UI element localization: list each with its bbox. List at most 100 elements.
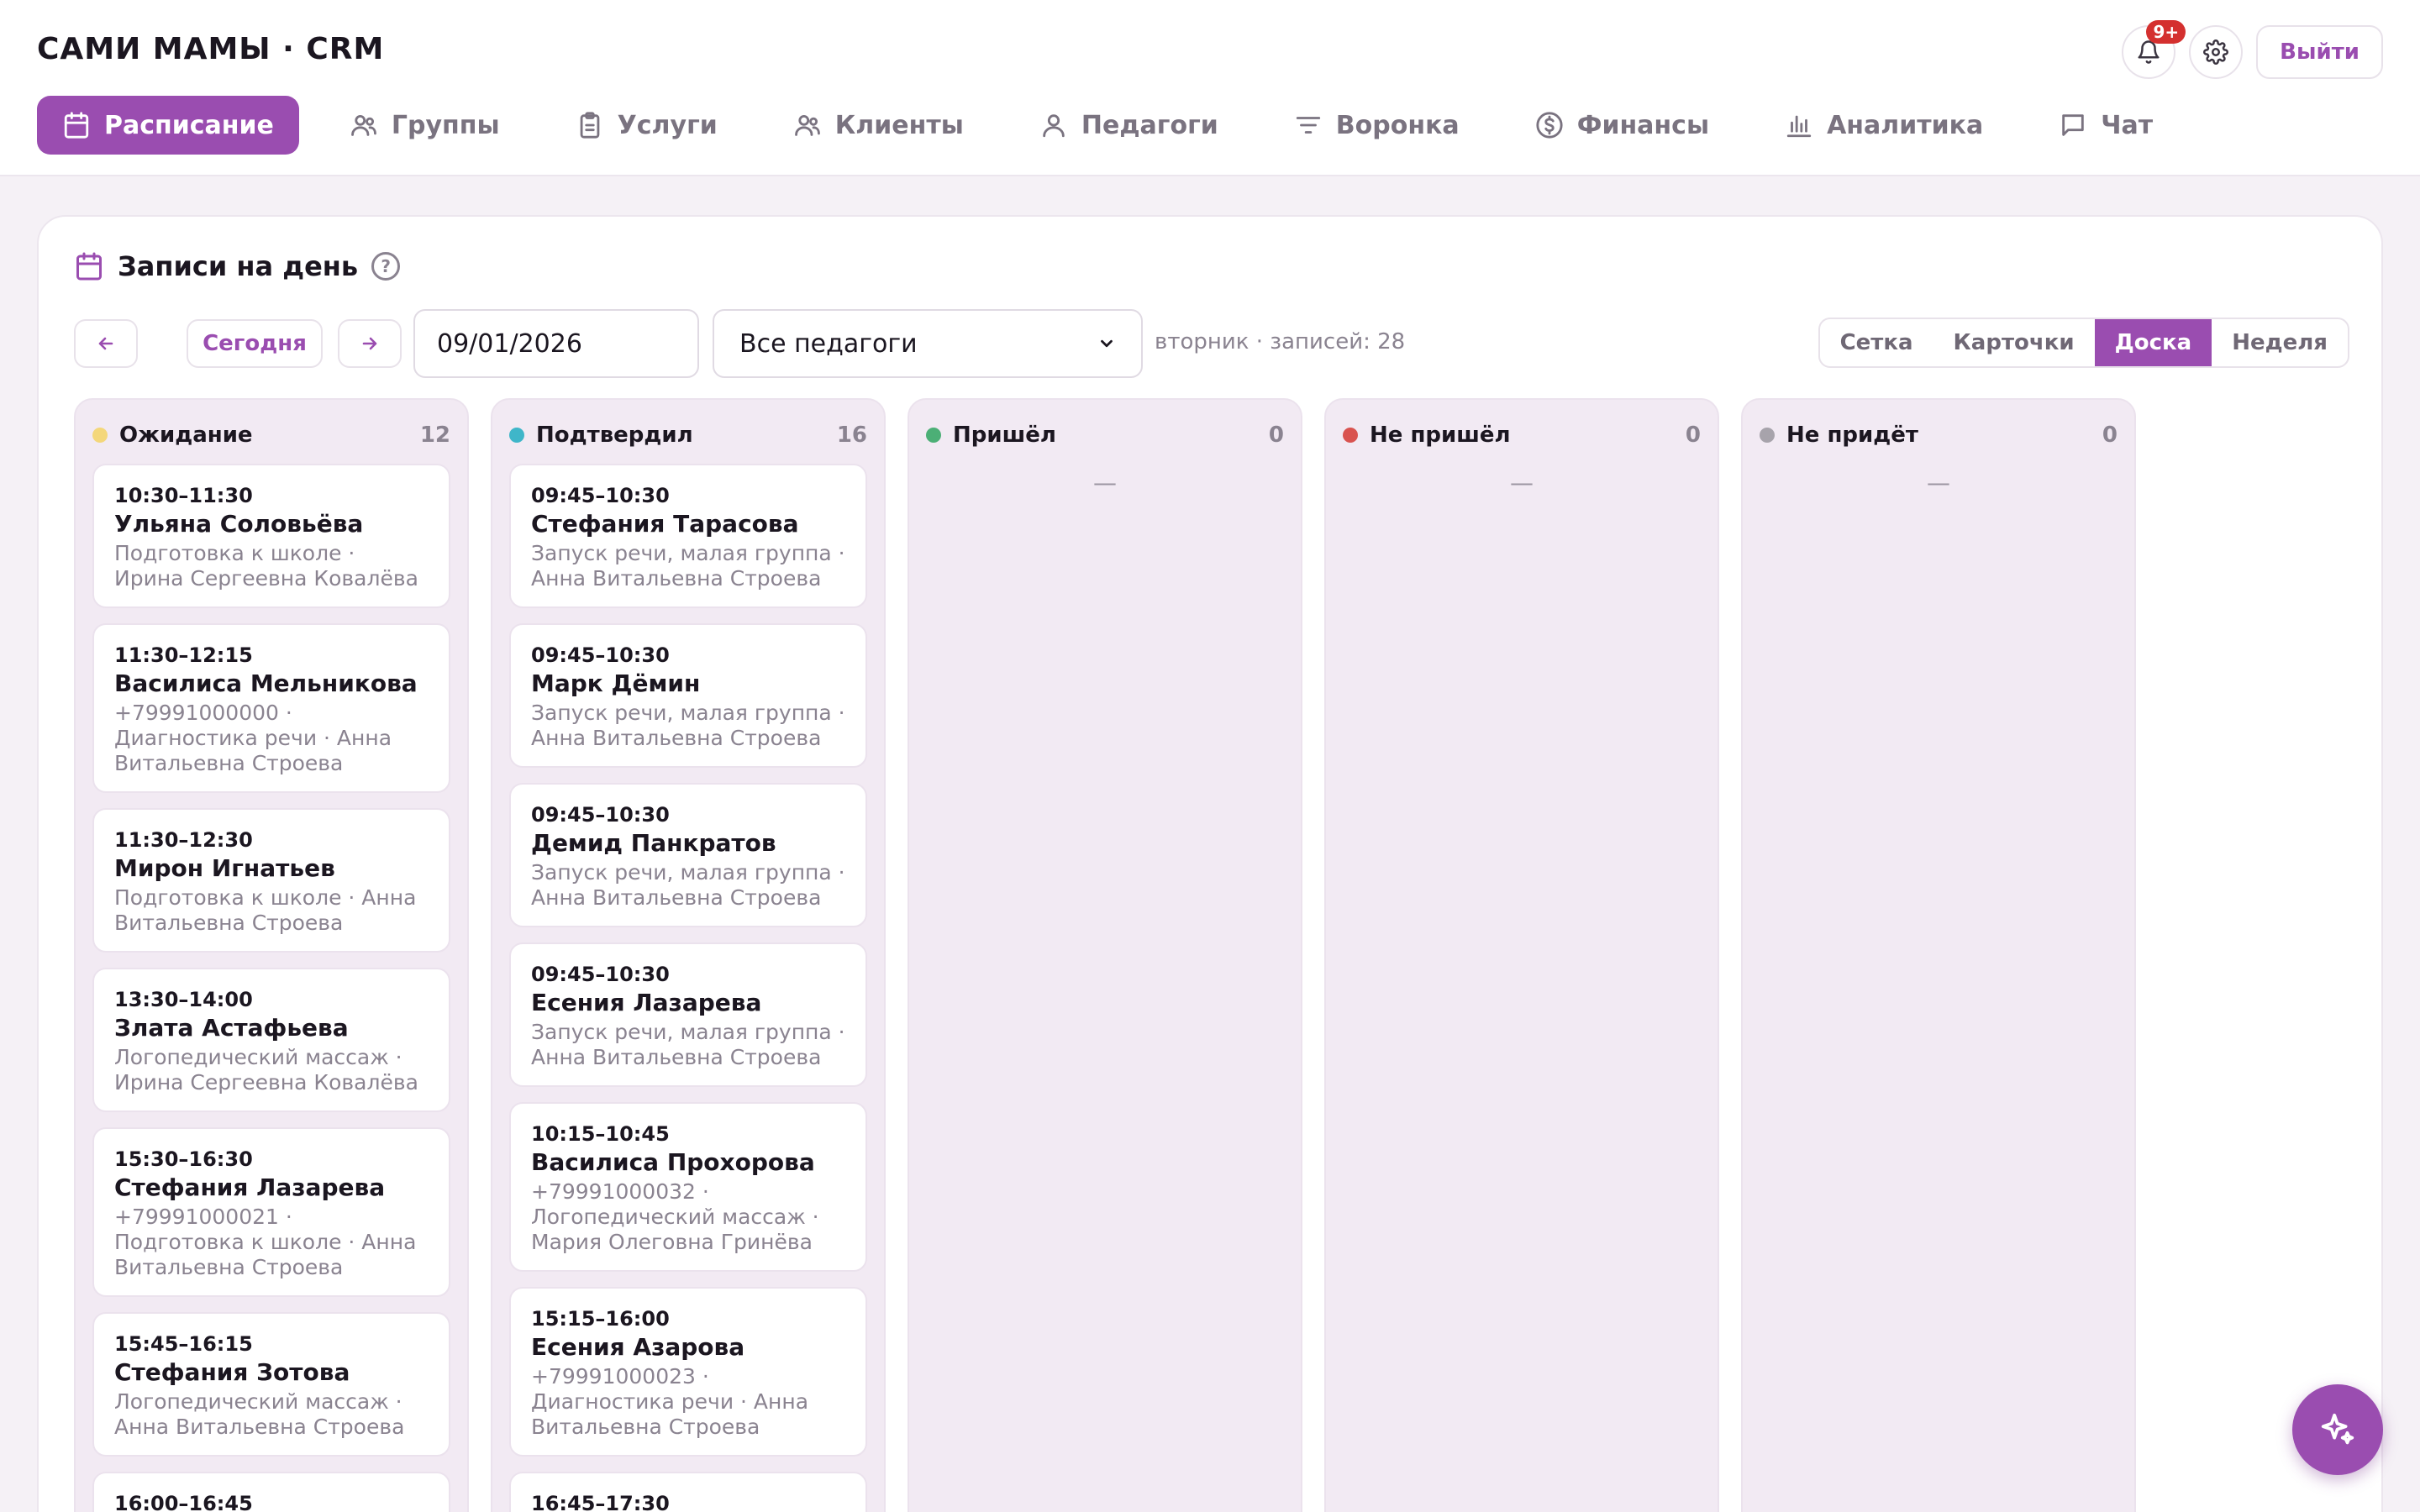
chat-icon	[2062, 114, 2085, 136]
nav-item-label: Клиенты	[834, 110, 964, 140]
nav-item-teachers[interactable]: Педагоги	[1014, 96, 1244, 155]
user-icon	[1043, 114, 1065, 138]
appointment-card[interactable]: 15:45–16:15 Стефания Зотова Логопедическ…	[92, 1312, 450, 1457]
card-client: Стефания Лазарева	[114, 1173, 386, 1201]
card-client: Василиса Мельникова	[114, 669, 418, 697]
view-cards-button[interactable]: Карточки	[1933, 319, 2095, 366]
appointment-card[interactable]: 09:45–10:30 Стефания Тарасова Запуск реч…	[509, 464, 867, 608]
card-details: +79991000032 · Логопедический массаж · М…	[531, 1179, 819, 1254]
next-day-button[interactable]	[338, 319, 402, 368]
card-client: Мирон Игнатьев	[114, 854, 335, 882]
card-time: 13:30–14:00	[114, 988, 253, 1011]
view-week-button[interactable]: Неделя	[2212, 319, 2348, 366]
column-no-show: Не пришёл 0 —	[1324, 398, 1719, 1512]
nav-item-label: Услуги	[617, 110, 718, 140]
appointment-card[interactable]: 13:30–14:00 Злата Астафьева Логопедическ…	[92, 968, 450, 1112]
main-nav: Расписание Группы Услуги Клиенты Педагог…	[37, 96, 2178, 155]
card-details: Запуск речи, малая группа · Анна Виталье…	[531, 1020, 845, 1069]
notifications-badge: 9+	[2146, 20, 2186, 44]
appointment-card[interactable]: 09:45–10:30 Демид Панкратов Запуск речи,…	[509, 783, 867, 927]
appointment-card[interactable]: 11:30–12:15 Василиса Мельникова +7999100…	[92, 623, 450, 793]
nav-item-label: Чат	[2101, 110, 2154, 140]
card-client: Марк Дёмин	[531, 669, 701, 697]
kanban-board: Ожидание 12 10:30–11:30 Ульяна Соловьёва…	[74, 398, 2136, 1512]
appointment-card[interactable]: 15:15–16:00 Есения Азарова +79991000023 …	[509, 1287, 867, 1457]
nav-item-analytics[interactable]: Аналитика	[1760, 96, 2008, 155]
column-came: Пришёл 0 —	[908, 398, 1302, 1512]
nav-item-schedule[interactable]: Расписание	[37, 96, 299, 155]
nav-item-label: Группы	[391, 110, 500, 140]
card-client: Злата Астафьева	[114, 1014, 349, 1042]
view-board-button[interactable]: Доска	[2094, 319, 2212, 366]
appointment-card[interactable]: 09:45–10:30 Есения Лазарева Запуск речи,…	[509, 942, 867, 1087]
settings-button[interactable]	[2189, 25, 2244, 79]
card-time: 16:00–16:45	[114, 1492, 253, 1512]
appointment-card[interactable]: 11:30–12:30 Мирон Игнатьев Подготовка к …	[92, 808, 450, 953]
appointment-card[interactable]: 15:30–16:30 Стефания Лазарева +799910000…	[92, 1127, 450, 1297]
nav-item-label: Воронка	[1335, 110, 1460, 140]
status-dot	[509, 428, 524, 443]
logout-button[interactable]: Выйти	[2256, 25, 2383, 79]
nav-item-finance[interactable]: Финансы	[1510, 96, 1734, 155]
card-time: 11:30–12:30	[114, 828, 253, 852]
users-icon	[351, 114, 376, 136]
column-header: Подтвердил 16	[509, 418, 867, 452]
appointment-card[interactable]: 10:30–11:30 Ульяна Соловьёва Подготовка …	[92, 464, 450, 608]
status-dot	[92, 428, 108, 443]
help-icon[interactable]: ?	[371, 252, 401, 281]
app-header: САМИ МАМЫ · CRM 9+ Выйти Расписание Груп…	[0, 0, 2420, 176]
nav-item-label: Аналитика	[1827, 110, 1984, 140]
nav-item-services[interactable]: Услуги	[550, 96, 743, 155]
bar-chart-icon	[1786, 115, 1812, 138]
card-details: Запуск речи, малая группа · Анна Виталье…	[531, 701, 845, 750]
nav-item-groups[interactable]: Группы	[324, 96, 525, 155]
card-client: Есения Лазарева	[531, 989, 762, 1016]
card-time: 15:15–16:00	[531, 1307, 670, 1331]
column-confirmed: Подтвердил 16 09:45–10:30 Стефания Тарас…	[491, 398, 886, 1512]
card-time: 10:30–11:30	[114, 484, 253, 507]
app-title: САМИ МАМЫ · CRM	[37, 32, 385, 66]
notifications-button[interactable]: 9+	[2122, 20, 2186, 79]
column-count: 0	[2102, 423, 2118, 448]
day-info: вторник · записей: 28	[1155, 329, 1406, 354]
column-count: 12	[419, 423, 450, 448]
column-name: Ожидание	[119, 423, 253, 448]
card-time: 11:30–12:15	[114, 643, 253, 667]
card-client: Василиса Прохорова	[531, 1148, 815, 1176]
column-name: Не придёт	[1786, 423, 1918, 448]
teacher-select[interactable]: Все педагоги	[713, 309, 1143, 378]
column-name: Подтвердил	[536, 423, 693, 448]
date-input[interactable]	[413, 309, 699, 378]
column-count: 0	[1685, 423, 1701, 448]
column-title: Пришёл	[926, 423, 1056, 448]
card-time: 10:15–10:45	[531, 1122, 670, 1146]
dollar-icon	[1536, 112, 1563, 139]
teacher-select-value: Все педагоги	[739, 328, 918, 359]
column-waiting: Ожидание 12 10:30–11:30 Ульяна Соловьёва…	[74, 398, 469, 1512]
nav-item-clients[interactable]: Клиенты	[768, 96, 989, 155]
today-button[interactable]: Сегодня	[187, 319, 323, 368]
card-time: 16:45–17:30	[531, 1492, 670, 1512]
ai-assistant-button[interactable]	[2292, 1384, 2383, 1475]
card-details: Логопедический массаж · Анна Витальевна …	[114, 1389, 405, 1439]
view-grid-button[interactable]: Сетка	[1820, 319, 1933, 366]
column-title: Не придёт	[1760, 423, 1918, 448]
filter-icon	[1296, 117, 1320, 134]
card-time: 09:45–10:30	[531, 484, 670, 507]
appointment-card[interactable]: 16:00–16:45	[92, 1472, 450, 1512]
card-details: +79991000000 · Диагностика речи · Анна В…	[114, 701, 392, 775]
appointment-card[interactable]: 16:45–17:30	[509, 1472, 867, 1512]
day-records-panel: Записи на день ? Сегодня Все педагоги вт…	[37, 215, 2383, 1512]
card-details: +79991000023 · Диагностика речи · Анна В…	[531, 1364, 809, 1439]
nav-item-label: Расписание	[104, 110, 274, 140]
arrow-right-icon	[362, 337, 377, 350]
prev-day-button[interactable]	[74, 319, 138, 368]
nav-item-chat[interactable]: Чат	[2033, 96, 2178, 155]
appointment-card[interactable]: 09:45–10:30 Марк Дёмин Запуск речи, мала…	[509, 623, 867, 768]
column-header: Не пришёл 0	[1343, 418, 1701, 452]
card-details: +79991000021 · Подготовка к школе · Анна…	[114, 1205, 417, 1279]
appointment-card[interactable]: 10:15–10:45 Василиса Прохорова +79991000…	[509, 1102, 867, 1272]
nav-item-funnel[interactable]: Воронка	[1269, 96, 1485, 155]
status-dot	[926, 428, 941, 443]
nav-item-label: Финансы	[1576, 110, 1710, 140]
